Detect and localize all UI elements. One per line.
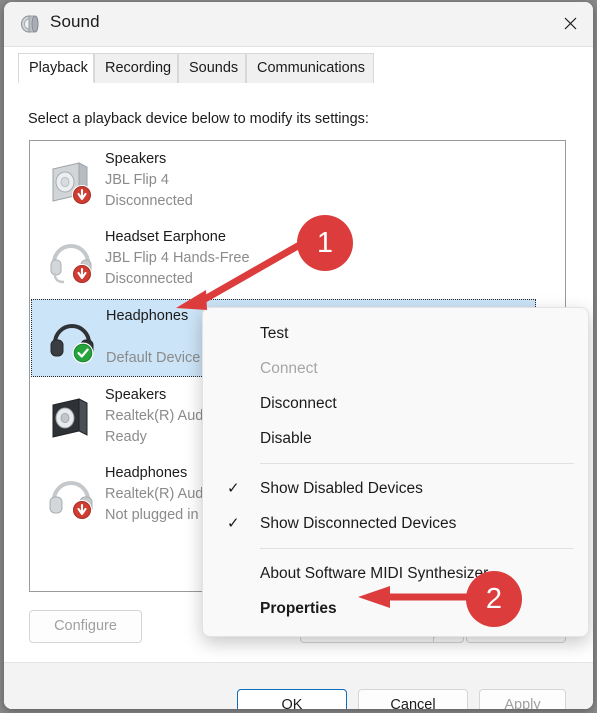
title-bar: Sound	[4, 2, 593, 46]
menu-item-show-disabled-devices[interactable]: ✓ Show Disabled Devices	[203, 471, 588, 506]
menu-item-label: Show Disconnected Devices	[260, 514, 457, 532]
menu-item-label: Properties	[260, 599, 337, 617]
dialog-footer: OK Cancel Apply	[4, 662, 593, 709]
tab-playback[interactable]: Playback	[18, 53, 94, 83]
annotation-badge-2: 2	[466, 571, 522, 627]
checkmark-icon: ✓	[227, 515, 240, 532]
device-state: Disconnected	[105, 193, 193, 209]
close-icon[interactable]	[547, 2, 593, 44]
menu-item-label: Disable	[260, 429, 312, 447]
menu-item-label: Connect	[260, 359, 318, 377]
tab-sounds-label: Sounds	[189, 60, 239, 76]
device-sub: Realtek(R) Aud	[105, 486, 204, 502]
menu-item-disable[interactable]: Disable	[203, 421, 588, 456]
configure-button[interactable]: Configure	[29, 610, 142, 643]
device-state: Ready	[105, 429, 147, 445]
device-state: Not plugged in	[105, 507, 199, 523]
menu-item-test[interactable]: Test	[203, 316, 588, 351]
device-row[interactable]: Speakers JBL Flip 4 Disconnected	[31, 143, 531, 221]
device-name: Headphones	[106, 308, 189, 324]
headphones-icon	[46, 312, 98, 364]
speaker-icon	[20, 13, 42, 35]
device-sub: JBL Flip 4	[105, 172, 169, 188]
tab-strip: Playback Recording Sounds Communications	[4, 53, 593, 84]
device-name: Speakers	[105, 387, 167, 403]
menu-separator	[260, 463, 574, 464]
menu-item-connect[interactable]: Connect	[203, 351, 588, 386]
tab-communications-label: Communications	[257, 60, 365, 76]
cancel-button[interactable]: Cancel	[358, 689, 468, 709]
headset-icon	[45, 233, 97, 285]
prompt-text: Select a playback device below to modify…	[28, 111, 369, 127]
device-state: Disconnected	[105, 271, 193, 287]
device-name: Headset Earphone	[105, 229, 226, 245]
menu-item-properties[interactable]: Properties	[203, 591, 588, 626]
menu-item-disconnect[interactable]: Disconnect	[203, 386, 588, 421]
menu-item-label: Test	[260, 324, 289, 342]
checkmark-icon: ✓	[227, 480, 240, 497]
tab-recording[interactable]: Recording	[94, 53, 178, 83]
menu-item-label: Show Disabled Devices	[260, 479, 423, 497]
ok-button[interactable]: OK	[237, 689, 347, 709]
tab-sounds[interactable]: Sounds	[178, 53, 246, 83]
menu-separator	[260, 548, 574, 549]
menu-item-about-software-midi-synthesizer[interactable]: About Software MIDI Synthesizer	[203, 556, 588, 591]
device-name: Headphones	[105, 465, 188, 481]
device-sub: Realtek(R) Aud	[105, 408, 204, 424]
device-name: Speakers	[105, 151, 167, 167]
annotation-badge-1: 1	[297, 215, 353, 271]
tab-communications[interactable]: Communications	[246, 53, 374, 83]
speaker-box-icon	[45, 155, 97, 207]
tab-recording-label: Recording	[105, 60, 172, 76]
window-title: Sound	[50, 12, 100, 31]
speaker-box-icon	[45, 391, 97, 443]
menu-item-label: Disconnect	[260, 394, 337, 412]
menu-item-label: About Software MIDI Synthesizer	[260, 564, 489, 582]
apply-button[interactable]: Apply	[479, 689, 566, 709]
headphones-icon	[45, 469, 97, 521]
device-sub: JBL Flip 4 Hands-Free	[105, 250, 250, 266]
device-state: Default Device	[106, 350, 201, 366]
tab-playback-label: Playback	[29, 60, 88, 76]
device-context-menu[interactable]: Test Connect Disconnect Disable ✓ Show D…	[202, 307, 589, 637]
menu-item-show-disconnected-devices[interactable]: ✓ Show Disconnected Devices	[203, 506, 588, 541]
device-row[interactable]: Headset Earphone JBL Flip 4 Hands-Free D…	[31, 221, 531, 299]
